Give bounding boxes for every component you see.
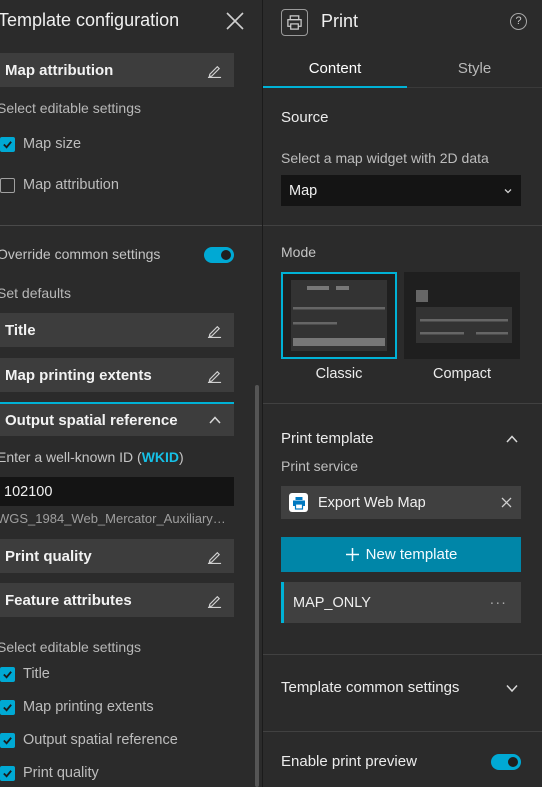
- bar-label: Title: [5, 321, 36, 339]
- scrollbar[interactable]: [255, 385, 259, 787]
- wkid-prompt: Enter a well-known ID (WKID): [0, 449, 184, 465]
- checkbox-map-attribution[interactable]: Map attribution: [0, 177, 119, 193]
- wkid-prompt-text: Enter a well-known ID (: [0, 449, 142, 465]
- close-icon[interactable]: [500, 496, 513, 509]
- wkid-prompt-suffix: ): [179, 449, 184, 465]
- bar-label: Map printing extents: [5, 366, 152, 384]
- close-icon[interactable]: [224, 10, 246, 32]
- checkbox-label: Map attribution: [23, 177, 119, 193]
- map-printing-extents-bar[interactable]: Map printing extents: [0, 358, 234, 392]
- divider: [263, 731, 542, 732]
- chevron-down-icon[interactable]: [505, 681, 519, 695]
- tab-style[interactable]: Style: [407, 52, 542, 88]
- output-spatial-reference-bar[interactable]: Output spatial reference: [0, 402, 234, 436]
- chevron-down-icon: [504, 188, 512, 193]
- template-item[interactable]: MAP_ONLY ···: [281, 582, 521, 623]
- template-configuration-panel: Template configuration Map attribution S…: [0, 0, 262, 787]
- template-item-label: MAP_ONLY: [293, 594, 371, 611]
- divider: [263, 654, 542, 655]
- select-value: Map: [289, 182, 318, 199]
- help-icon[interactable]: ?: [510, 13, 527, 30]
- checkbox-label: Print quality: [23, 765, 99, 781]
- checkbox-checked[interactable]: [0, 732, 15, 748]
- edit-icon[interactable]: [206, 322, 222, 338]
- print-title: Print: [321, 11, 359, 31]
- panel-header: Template configuration: [0, 0, 262, 44]
- enable-print-preview-label: Enable print preview: [281, 753, 417, 770]
- override-toggle[interactable]: [204, 247, 234, 263]
- wkid-name: WGS_1984_Web_Mercator_Auxiliary…: [0, 511, 226, 526]
- more-options-icon[interactable]: ···: [490, 595, 508, 611]
- compact-layout-thumbnail: [416, 290, 512, 343]
- checkbox-checked[interactable]: [0, 699, 15, 715]
- checkbox-label: Map size: [23, 136, 82, 152]
- checkbox-unchecked[interactable]: [0, 177, 15, 193]
- mode-title: Mode: [281, 244, 317, 260]
- print-template-title: Print template: [281, 430, 374, 447]
- print-quality-bar[interactable]: Print quality: [0, 539, 234, 573]
- title-bar[interactable]: Title: [0, 313, 234, 347]
- source-prompt: Select a map widget with 2D data: [281, 150, 489, 166]
- wkid-link[interactable]: WKID: [142, 449, 179, 465]
- chevron-up-icon[interactable]: [505, 432, 519, 446]
- print-header: Print ?: [263, 0, 542, 44]
- checkbox-print-quality[interactable]: Print quality: [0, 765, 99, 781]
- printer-icon: [281, 9, 308, 36]
- checkbox-output-spatial-reference[interactable]: Output spatial reference: [0, 732, 178, 748]
- bar-label: Map attribution: [5, 61, 114, 79]
- new-template-button[interactable]: New template: [281, 537, 521, 572]
- button-label: New template: [365, 546, 458, 563]
- panel-title: Template configuration: [0, 10, 180, 30]
- service-name: Export Web Map: [318, 494, 426, 511]
- map-attribution-bar[interactable]: Map attribution: [0, 53, 234, 87]
- bar-label: Output spatial reference: [5, 411, 178, 429]
- tab-content[interactable]: Content: [263, 52, 407, 88]
- plus-icon: [345, 548, 359, 561]
- edit-icon[interactable]: [206, 592, 222, 608]
- chevron-up-icon[interactable]: [208, 413, 222, 427]
- print-service-row: Export Web Map: [281, 486, 521, 519]
- mode-compact-label: Compact: [432, 366, 492, 382]
- checkbox-checked[interactable]: [0, 666, 15, 682]
- map-widget-select[interactable]: Map: [281, 175, 521, 206]
- checkbox-label: Map printing extents: [23, 699, 154, 715]
- print-service-label: Print service: [281, 458, 359, 474]
- bar-label: Print quality: [5, 547, 92, 565]
- print-widget-panel: Print ? Content Style Source Select a ma…: [263, 0, 542, 787]
- checkbox-label: Output spatial reference: [23, 732, 178, 748]
- edit-icon[interactable]: [206, 62, 222, 78]
- divider: [0, 225, 262, 226]
- source-title: Source: [281, 109, 329, 126]
- export-web-map-icon: [289, 493, 308, 512]
- feature-attributes-bar[interactable]: Feature attributes: [0, 583, 234, 617]
- tab-bar: Content Style: [263, 52, 542, 88]
- mode-classic-label: Classic: [315, 366, 363, 382]
- checkbox-map-size[interactable]: Map size: [0, 136, 81, 152]
- checkbox-checked[interactable]: [0, 136, 15, 152]
- classic-layout-thumbnail: [291, 280, 387, 351]
- override-label: Override common settings: [0, 246, 161, 262]
- checkbox-map-printing-extents[interactable]: Map printing extents: [0, 699, 154, 715]
- edit-icon[interactable]: [206, 367, 222, 383]
- checkbox-checked[interactable]: [0, 765, 15, 781]
- select-editable-label: Select editable settings: [0, 100, 141, 116]
- mode-classic-card[interactable]: [281, 272, 397, 359]
- select-editable-label: Select editable settings: [0, 639, 141, 655]
- checkbox-label: Title: [23, 666, 50, 682]
- enable-print-preview-toggle[interactable]: [491, 754, 521, 770]
- edit-icon[interactable]: [206, 548, 222, 564]
- divider: [263, 403, 542, 404]
- wkid-input[interactable]: 102100: [0, 477, 234, 506]
- checkbox-title[interactable]: Title: [0, 666, 50, 682]
- bar-label: Feature attributes: [5, 591, 132, 609]
- template-common-settings-title[interactable]: Template common settings: [281, 679, 459, 696]
- mode-compact-card[interactable]: [404, 272, 520, 359]
- divider: [263, 225, 542, 226]
- set-defaults-label: Set defaults: [0, 285, 71, 301]
